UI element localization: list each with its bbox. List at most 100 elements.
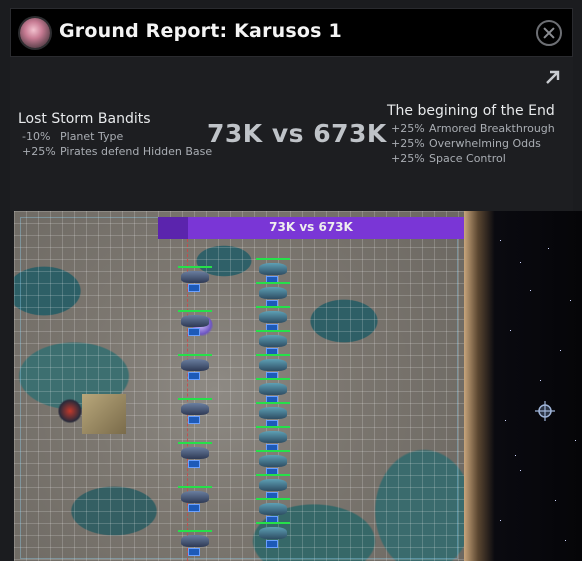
unit-tag-icon [188,416,200,424]
health-bar [256,426,290,428]
health-bar [256,354,290,356]
tank-icon [259,431,287,443]
attacker-unit[interactable] [256,450,290,476]
attacker-unit[interactable] [256,402,290,428]
tank-icon [259,359,287,371]
health-bar [256,306,290,308]
attacker-unit[interactable] [256,258,290,284]
modifier-label: Pirates defend Hidden Base [60,145,213,158]
tank-icon [259,311,287,323]
defender-summary: Lost Storm Bandits -10% Planet Type +25% P… [18,111,212,159]
tank-icon [259,503,287,515]
tank-icon [259,479,287,491]
health-bar [178,310,212,312]
tank-icon [181,359,209,371]
star [575,440,576,441]
attacker-unit[interactable] [256,330,290,356]
defender-unit[interactable] [178,486,212,512]
tank-icon [259,383,287,395]
attacker-name: The begining of the End [387,103,555,119]
health-bar [256,402,290,404]
tank-icon [181,491,209,503]
attacker-summary: The begining of the End +25% Armored Brea… [387,103,555,166]
title-bar: Ground Report: Karusos 1 [10,8,573,57]
defender-name: Lost Storm Bandits [18,111,151,127]
health-bar [256,498,290,500]
tank-icon [181,535,209,547]
health-bar [256,522,290,524]
health-bar [178,266,212,268]
attacker-unit[interactable] [256,354,290,380]
defender-unit[interactable] [178,398,212,424]
star [540,380,541,381]
tank-icon [181,447,209,459]
tank-icon [259,263,287,275]
star [500,520,501,521]
health-bar [256,282,290,284]
tank-icon [259,407,287,419]
attacker-unit[interactable] [256,474,290,500]
health-bar [256,474,290,476]
attacker-unit[interactable] [256,282,290,308]
defender-unit[interactable] [178,266,212,292]
close-button[interactable] [536,20,562,46]
attacker-unit[interactable] [256,378,290,404]
modifier-percent: +25% [22,145,56,158]
star [520,262,521,263]
tank-icon [259,527,287,539]
unit-tag-icon [188,284,200,292]
modifier-row: +25% Pirates defend Hidden Base [18,144,212,159]
modifier-row: -10% Planet Type [18,129,212,144]
modifier-row: +25% Overwhelming Odds [387,136,555,151]
star [570,300,571,301]
tank-icon [181,315,209,327]
strength-bar-label: 73K vs 673K [269,220,353,234]
star [520,470,521,471]
ground-report-window: Ground Report: Karusos 1 Lost Storm Band… [0,0,582,561]
star [515,455,516,456]
health-bar [178,486,212,488]
attacker-unit[interactable] [256,426,290,452]
star [555,500,556,501]
planet-icon [20,18,50,48]
unit-tag-icon [188,548,200,556]
battle-score: 73K vs 673K [207,119,387,148]
unit-tag-icon [188,372,200,380]
defender-unit[interactable] [178,354,212,380]
hidden-base-structure[interactable] [82,394,126,434]
health-bar [256,450,290,452]
health-bar [256,378,290,380]
defender-unit[interactable] [178,310,212,336]
modifier-percent: -10% [22,130,51,143]
orbit-space-view [464,211,582,561]
health-bar [178,530,212,532]
space-station-icon[interactable] [533,399,557,423]
modifier-percent: +25% [391,122,425,135]
battlefield-map [14,211,464,561]
defender-commander-icon[interactable] [58,398,82,424]
modifier-label: Space Control [429,152,506,165]
modifier-label: Armored Breakthrough [429,122,555,135]
health-bar [178,398,212,400]
attacker-unit[interactable] [256,498,290,524]
star [530,290,531,291]
defender-unit[interactable] [178,530,212,556]
star [505,420,506,421]
tank-icon [259,335,287,347]
modifier-row: +25% Armored Breakthrough [387,121,555,136]
star [500,240,501,241]
window-title: Ground Report: Karusos 1 [59,20,342,42]
defender-unit[interactable] [178,442,212,468]
strength-bar: 73K vs 673K [158,217,464,239]
modifier-percent: +25% [391,152,425,165]
tank-icon [259,455,287,467]
attacker-unit[interactable] [256,522,290,548]
attacker-unit[interactable] [256,306,290,332]
health-bar [178,354,212,356]
tank-icon [259,287,287,299]
modifier-label: Planet Type [60,130,124,143]
expand-icon[interactable] [543,67,563,87]
health-bar [256,258,290,260]
tank-icon [181,403,209,415]
unit-tag-icon [188,328,200,336]
